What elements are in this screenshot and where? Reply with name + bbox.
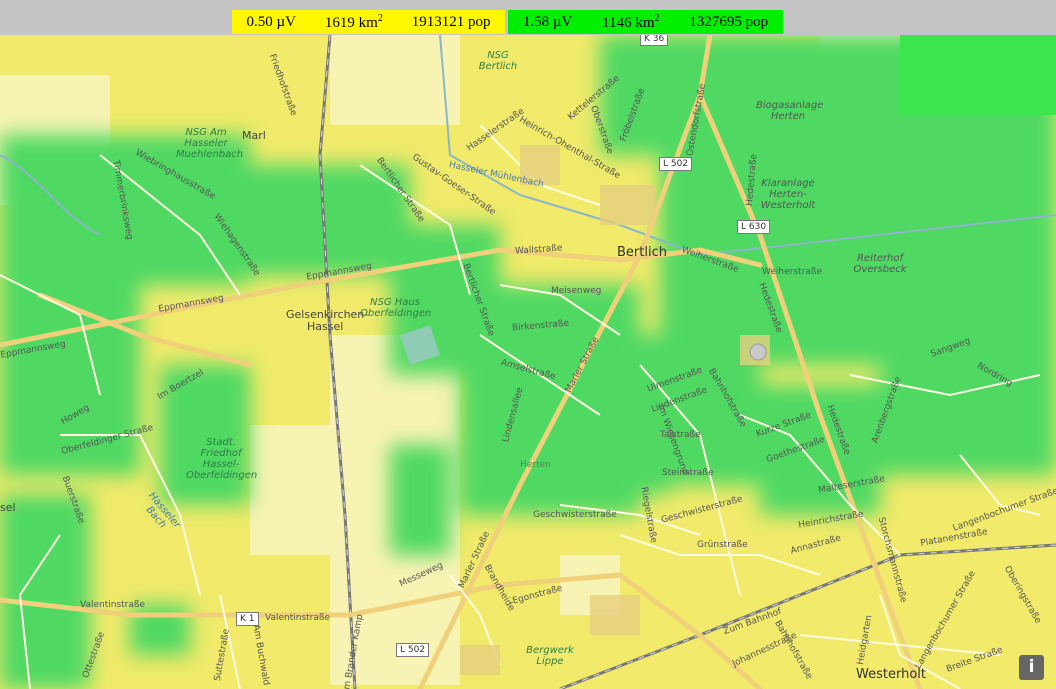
street-meisenweg: Meisenweg bbox=[551, 286, 602, 296]
label-friedhof: Stadt. Friedhof Hassel-Oberfeldingen bbox=[186, 437, 258, 481]
label-nsg-haus: NSG Haus Oberfeldingen bbox=[360, 297, 432, 319]
label-nsg-bertlich: NSG Bertlich bbox=[478, 50, 518, 72]
roundabout bbox=[749, 343, 767, 361]
coverage-map[interactable]: Bertlich Gelsenkirchen- Hassel Westerhol… bbox=[0, 35, 1056, 689]
label-reiterhof: Reiterhof Oversbeck bbox=[853, 253, 907, 275]
road-badge-l502-top: L 502 bbox=[659, 157, 693, 171]
info-button[interactable]: i bbox=[1019, 655, 1044, 680]
strong-coverage-patch bbox=[900, 35, 1056, 115]
street-grunstrasse: Grünstraße bbox=[697, 540, 748, 550]
label-biogas: Biogasanlage Herten bbox=[756, 100, 824, 122]
place-marl: Marl bbox=[242, 129, 266, 142]
street-weiherstrasse-2: Weiherstraße bbox=[762, 267, 822, 277]
place-westerholt: Westerholt bbox=[856, 667, 926, 682]
road-badge-l630: L 630 bbox=[737, 220, 771, 234]
legend-green-pop: 1327695 pop bbox=[689, 13, 769, 30]
street-valentinstrasse-2: Valentinstraße bbox=[265, 613, 331, 623]
place-hassel-2: Hassel bbox=[307, 320, 344, 333]
street-herten: Herten bbox=[520, 460, 551, 470]
street-geschwisterstrasse-1: Geschwisterstraße bbox=[533, 510, 617, 520]
label-bergwerk: Bergwerk Lippe bbox=[526, 645, 574, 667]
legend-yellow-area: 1619 km2 bbox=[324, 12, 383, 31]
place-hassel-left: sel bbox=[0, 501, 16, 514]
legend-yellow-pop: 1913121 pop bbox=[411, 13, 491, 30]
legend-green-signal: 1.58 µV bbox=[522, 13, 573, 30]
legend-yellow-signal: 0.50 µV bbox=[246, 13, 296, 30]
legend-green-area: 1146 km2 bbox=[602, 12, 660, 31]
label-nsg-am: NSG Am Hasseler Muehlenbach bbox=[176, 127, 244, 160]
street-valentinstrasse-1: Valentinstraße bbox=[80, 600, 146, 610]
place-bertlich: Bertlich bbox=[617, 245, 667, 260]
road-badge-k36: K 36 bbox=[640, 35, 669, 46]
legend-green-coverage: 1.58 µV 1146 km2 1327695 pop bbox=[508, 10, 783, 34]
legend-yellow-coverage: 0.50 µV 1619 km2 1913121 pop bbox=[232, 10, 505, 34]
road-badge-l502-bottom: L 502 bbox=[396, 643, 430, 657]
label-klaranlage: Klaranlage Herten-Westerholt bbox=[760, 178, 816, 211]
